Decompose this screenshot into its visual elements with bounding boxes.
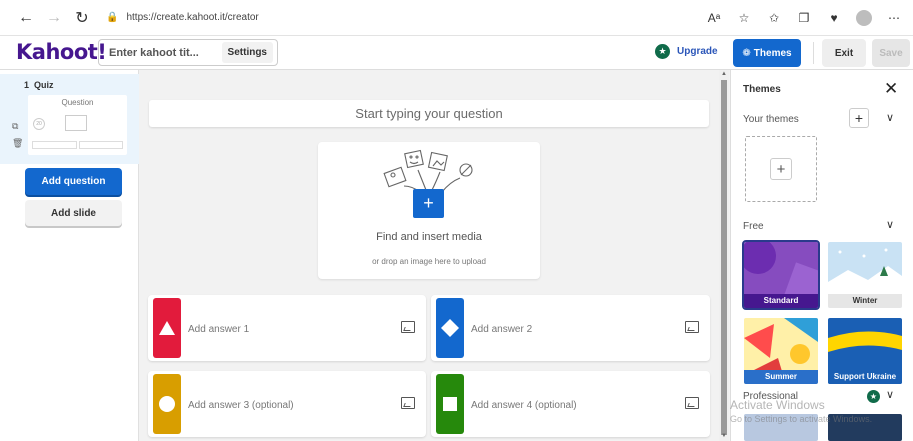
back-arrow-icon[interactable]: ← xyxy=(12,4,40,32)
themes-button-label: Themes xyxy=(753,47,792,59)
activate-windows-hint: Go to Settings to activate Windows. xyxy=(730,414,873,424)
answer-4-input[interactable]: Add answer 4 (optional) xyxy=(471,400,577,411)
chevron-down-icon[interactable]: ∨ xyxy=(886,111,894,124)
theme-name: Support Ukraine xyxy=(828,369,902,384)
media-title: Find and insert media xyxy=(376,231,482,243)
add-theme-button[interactable]: + xyxy=(849,108,869,128)
kahoot-logo[interactable]: Kahoot! xyxy=(16,40,107,64)
add-slide-button[interactable]: Add slide xyxy=(25,200,122,226)
duplicate-icon[interactable]: ⧉ xyxy=(12,121,18,132)
your-themes-label: Your themes xyxy=(743,114,799,125)
square-icon xyxy=(443,397,457,411)
address-bar[interactable]: 🔒 https://create.kahoot.it/creator xyxy=(106,7,259,29)
answer-1-input[interactable]: Add answer 1 xyxy=(188,324,249,335)
slide-number: 1 Quiz xyxy=(24,80,54,90)
thumb-image-icon xyxy=(65,115,87,131)
answer-1-field[interactable]: Add answer 1 xyxy=(148,295,426,361)
url-text: https://create.kahoot.it/creator xyxy=(126,12,259,23)
read-aloud-icon[interactable]: Aᵃ xyxy=(701,6,727,30)
triangle-icon xyxy=(159,321,175,335)
add-question-button[interactable]: Add question xyxy=(25,168,122,195)
question-editor: Start typing your question + Find and in… xyxy=(139,70,719,441)
lock-icon: 🔒 xyxy=(106,12,119,23)
editor-scrollbar[interactable]: ▲ ▼ xyxy=(719,70,729,441)
palette-icon: ❁ xyxy=(742,47,751,59)
thumb-question-label: Question xyxy=(61,98,94,107)
header-divider xyxy=(813,42,814,64)
extension-heart-icon[interactable]: ♥ xyxy=(821,6,847,30)
answer-4-image-icon[interactable] xyxy=(685,397,699,409)
premium-star-icon: ★ xyxy=(867,390,880,403)
theme-name: Summer xyxy=(744,369,818,384)
profile-avatar[interactable] xyxy=(856,10,872,26)
activate-windows-watermark: Activate Windows xyxy=(730,398,825,412)
upgrade-button[interactable]: ★ Upgrade xyxy=(655,44,718,59)
exit-button[interactable]: Exit xyxy=(822,39,866,67)
slide-item-1[interactable]: 1 Quiz ⧉ 🗑 Question 20 xyxy=(0,74,139,164)
theme-tile-summer[interactable]: Summer xyxy=(744,318,818,384)
favorite-star-icon[interactable]: ☆ xyxy=(731,6,757,30)
more-menu-icon[interactable]: ⋯ xyxy=(881,6,907,30)
media-subtitle: or drop an image here to upload xyxy=(372,257,486,266)
scrollbar-thumb[interactable] xyxy=(721,80,727,435)
thumb-timer-icon: 20 xyxy=(33,118,45,130)
slide-thumbnail[interactable]: Question 20 xyxy=(28,95,127,155)
answer-3-field[interactable]: Add answer 3 (optional) xyxy=(148,371,426,437)
upgrade-label: Upgrade xyxy=(677,46,718,57)
forward-arrow-icon[interactable]: → xyxy=(40,4,68,32)
browser-toolbar: ← → ↻ 🔒 https://create.kahoot.it/creator… xyxy=(0,0,913,36)
insert-media-button[interactable]: + xyxy=(413,189,444,218)
diamond-icon xyxy=(441,319,459,337)
close-icon[interactable]: ✕ xyxy=(884,79,898,99)
app-header: Kahoot! Enter kahoot tit... Settings ★ U… xyxy=(0,36,913,70)
scroll-down-arrow-icon[interactable]: ▼ xyxy=(721,433,727,439)
theme-name: Winter xyxy=(828,293,902,308)
save-button[interactable]: Save xyxy=(872,39,910,67)
kahoot-title-input[interactable]: Enter kahoot tit... xyxy=(99,47,214,59)
chevron-down-icon[interactable]: ∨ xyxy=(886,218,894,231)
answer-2-tab xyxy=(436,298,464,358)
question-input[interactable]: Start typing your question xyxy=(149,100,709,127)
answer-3-input[interactable]: Add answer 3 (optional) xyxy=(188,400,294,411)
create-theme-tile[interactable]: + xyxy=(745,136,817,202)
slide-sidebar: 1 Quiz ⧉ 🗑 Question 20 Add question Add … xyxy=(0,70,139,441)
thumb-answer-bars xyxy=(32,141,123,149)
theme-tile-ukraine[interactable]: Support Ukraine xyxy=(828,318,902,384)
free-themes-label: Free xyxy=(743,221,764,232)
answer-4-field[interactable]: Add answer 4 (optional) xyxy=(431,371,710,437)
upgrade-star-icon: ★ xyxy=(655,44,670,59)
answer-2-image-icon[interactable] xyxy=(685,321,699,333)
kahoot-title-field[interactable]: Enter kahoot tit... Settings xyxy=(98,39,278,66)
trash-icon[interactable]: 🗑 xyxy=(12,138,23,149)
answer-2-field[interactable]: Add answer 2 xyxy=(431,295,710,361)
scroll-up-arrow-icon[interactable]: ▲ xyxy=(721,71,727,77)
answer-4-tab xyxy=(436,374,464,434)
settings-button[interactable]: Settings xyxy=(221,42,273,63)
themes-panel: Themes ✕ Your themes + ∨ + Free ∨ Standa… xyxy=(730,70,913,441)
answer-2-input[interactable]: Add answer 2 xyxy=(471,324,532,335)
collections-icon[interactable]: ❐ xyxy=(791,6,817,30)
favorites-list-icon[interactable]: ✩ xyxy=(761,6,787,30)
answer-3-tab xyxy=(153,374,181,434)
theme-tile-winter[interactable]: Winter xyxy=(828,242,902,308)
themes-panel-title: Themes xyxy=(743,84,781,95)
answer-3-image-icon[interactable] xyxy=(401,397,415,409)
circle-icon xyxy=(159,396,175,412)
answer-1-tab xyxy=(153,298,181,358)
theme-tile-standard[interactable]: Standard xyxy=(742,240,820,310)
media-dropzone[interactable]: + Find and insert media or drop an image… xyxy=(318,142,540,279)
chevron-down-icon[interactable]: ∨ xyxy=(886,388,894,401)
reload-icon[interactable]: ↻ xyxy=(68,4,96,32)
answer-1-image-icon[interactable] xyxy=(401,321,415,333)
plus-icon: + xyxy=(770,158,792,180)
themes-button[interactable]: ❁ Themes xyxy=(733,39,801,67)
theme-name: Standard xyxy=(744,293,818,308)
